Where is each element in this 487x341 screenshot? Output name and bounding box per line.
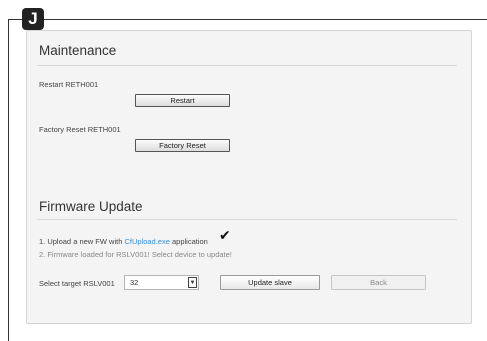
upload-step-prefix: 1. Upload a new FW with [39,237,125,246]
frame-top-border [8,19,487,20]
frame-left-border [8,19,9,341]
check-icon: ✔ [219,228,231,244]
chevron-down-icon[interactable]: ▼ [188,277,197,288]
maintenance-divider [37,65,457,66]
firmware-update-title: Firmware Update [39,199,143,214]
restart-label: Restart RETH001 [39,80,99,89]
target-select[interactable]: 32 ▼ [124,275,199,290]
firmware-loaded-text: 2. Firmware loaded for RSLV001! Select d… [39,250,232,259]
upload-step-suffix: application [169,237,208,246]
back-button[interactable]: Back [331,275,426,290]
update-slave-button[interactable]: Update slave [220,275,320,290]
select-target-label: Select target RSLV001 [39,279,115,288]
cfupload-link[interactable]: CfUpload.exe [124,237,169,246]
upload-step-text: 1. Upload a new FW with CfUpload.exe app… [39,237,208,246]
factory-reset-label: Factory Reset RETH001 [39,125,121,134]
section-tag: J [22,8,44,30]
settings-panel: Maintenance Restart RETH001 Restart Fact… [26,30,472,324]
factory-reset-button[interactable]: Factory Reset [135,139,230,152]
restart-button[interactable]: Restart [135,94,230,107]
firmware-divider [37,219,457,220]
maintenance-title: Maintenance [39,43,117,58]
target-select-value: 32 [130,278,139,287]
